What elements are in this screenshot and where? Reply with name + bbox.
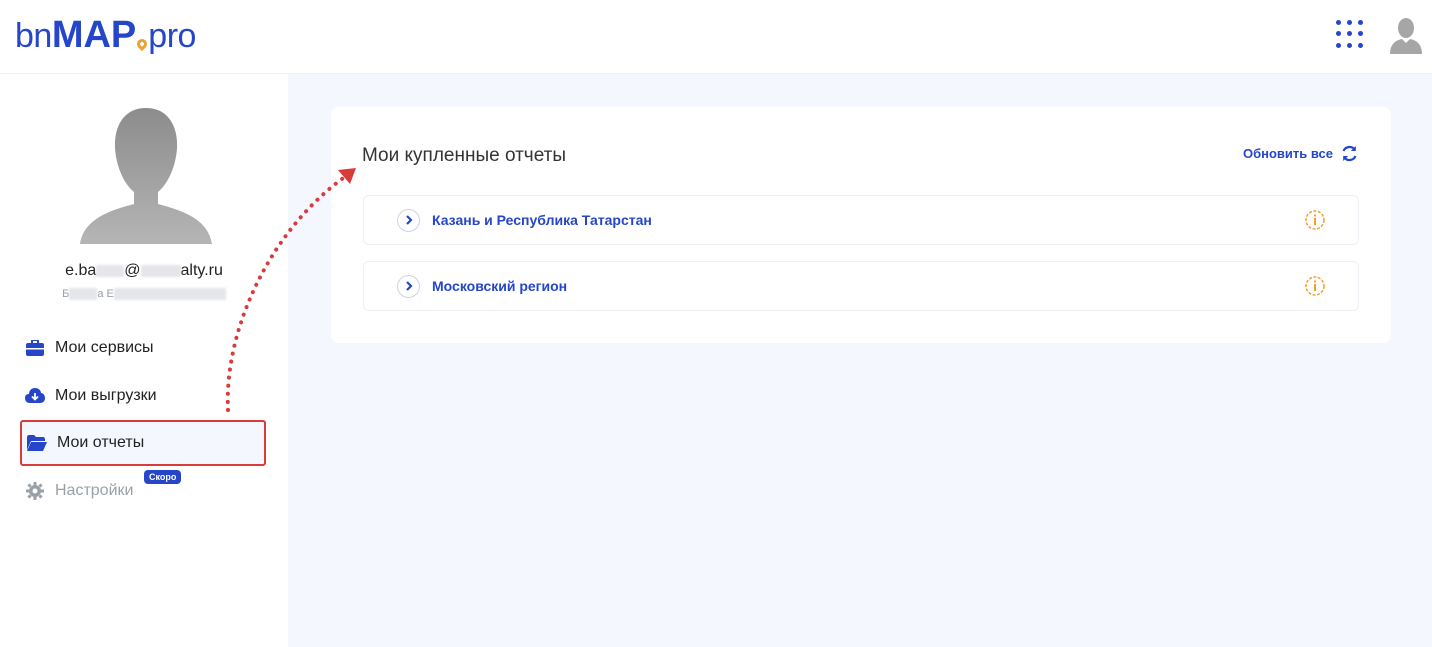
user-avatar[interactable] [1390,16,1422,54]
map-pin-icon [135,36,150,52]
region-row-kazan[interactable]: Казань и Республика Татарстан [363,195,1359,245]
logo-text-pro: pro [148,17,196,55]
folder-open-icon [27,434,47,452]
gear-icon [25,482,45,500]
chevron-right-icon[interactable] [397,208,420,232]
purchased-reports-card: Мои купленные отчеты Обновить все Казань… [331,107,1391,343]
nav-settings: Настройки Скоро [20,468,266,514]
bnmap-logo[interactable]: bn MAP pro [15,14,196,56]
top-bar: bn MAP pro [0,0,1432,74]
coming-soon-badge: Скоро [144,470,182,484]
nav-my-services[interactable]: Мои сервисы [20,325,266,371]
region-row-moscow[interactable]: Московский регион [363,261,1359,311]
region-label[interactable]: Казань и Республика Татарстан [432,212,652,228]
cloud-download-icon [25,387,45,405]
nav-my-downloads[interactable]: Мои выгрузки [20,373,266,419]
logo-text-map: MAP [51,14,137,56]
profile-avatar [80,108,212,244]
info-icon[interactable] [1305,210,1325,230]
nav-label: Мои сервисы [55,339,154,356]
refresh-icon [1342,145,1357,162]
profile-email: e.ba @ alty.ru [65,262,223,279]
info-icon[interactable] [1305,276,1325,296]
refresh-all-button[interactable]: Обновить все [1243,145,1358,162]
apps-grid-icon[interactable] [1336,20,1364,48]
nav-label: Мои выгрузки [55,387,157,404]
page-title: Мои купленные отчеты [362,145,566,166]
chevron-right-icon[interactable] [397,274,420,298]
profile-name: Ба Е [0,288,288,301]
briefcase-icon [25,339,45,357]
nav-label: Мои отчеты [57,434,145,451]
logo-text-bn: bn [15,17,52,55]
region-label[interactable]: Московский регион [432,278,567,294]
nav-my-reports[interactable]: Мои отчеты [20,420,266,466]
nav-label: Настройки [55,482,134,499]
refresh-label: Обновить все [1242,146,1333,161]
